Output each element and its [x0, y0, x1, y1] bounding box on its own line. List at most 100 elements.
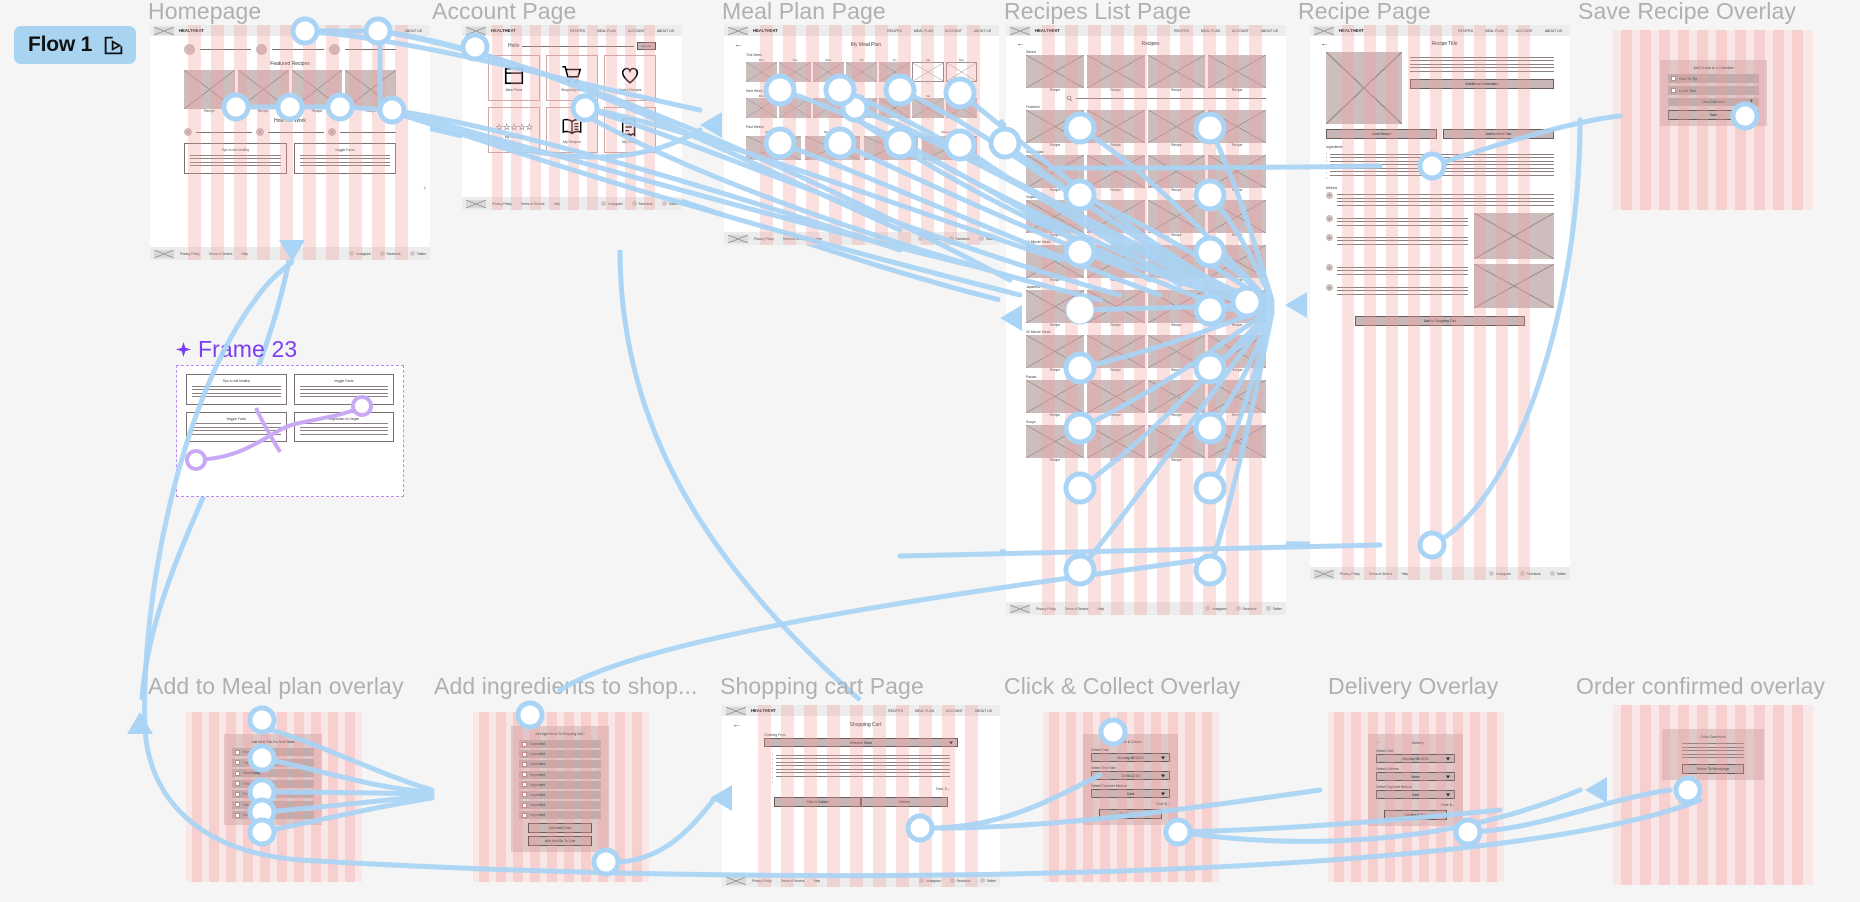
footer-social[interactable]: Instagram Facebook Twitter [349, 251, 426, 256]
day-cell[interactable] [812, 98, 845, 118]
past-week-thumb[interactable] [746, 136, 801, 160]
tile-my-reviews[interactable]: ☆☆☆☆☆ My Reviews [488, 107, 540, 153]
social-instagram[interactable]: Instagram [349, 251, 371, 256]
present-play-icon[interactable] [103, 35, 124, 56]
footer-link[interactable]: Terms of Service [209, 252, 233, 256]
nav-aboutus[interactable]: ABOUT US [657, 29, 674, 33]
category-recipe-row[interactable]: Recipe Recipe Recipe Recipe [1026, 155, 1266, 192]
recipe-thumb[interactable] [1147, 335, 1206, 368]
recipe-thumb[interactable] [1026, 335, 1084, 368]
tile-my-recipes[interactable]: My Recipes [546, 107, 598, 153]
recipe-thumb[interactable] [1086, 290, 1145, 323]
payment-select[interactable]: Card [1376, 790, 1455, 799]
recipe-thumb[interactable] [1208, 55, 1266, 88]
social-twitter[interactable]: Twitter [661, 201, 678, 206]
nav-mealplan[interactable]: MEAL PLAN [597, 29, 616, 33]
nav-items[interactable]: RECIPES MEAL PLAN ACCOUNT ABOUT US [1174, 29, 1282, 33]
footer-link[interactable]: Help [242, 252, 249, 256]
recipe-thumb[interactable] [1147, 110, 1206, 143]
recipe-thumb[interactable] [1086, 245, 1145, 278]
ingredient-rows[interactable]: Ingredient Ingredient Ingredient Ingredient… [519, 740, 601, 820]
flow-start-badge[interactable]: Flow 1 [14, 26, 137, 64]
nav-account[interactable]: ACCOUNT [1232, 29, 1249, 33]
ingredient-row[interactable]: Ingredient [519, 750, 601, 759]
social-facebook[interactable]: Facebook [1235, 606, 1257, 611]
save-recipe-button[interactable]: Save Recipe [1326, 129, 1437, 139]
footer-social[interactable]: Instagram Facebook Twitter [1489, 571, 1566, 576]
nav-mealplan[interactable]: MEAL PLAN [1485, 29, 1504, 33]
logout-button[interactable]: Log out [636, 42, 656, 50]
new-collection-row[interactable]: New Collection + [1668, 98, 1759, 106]
footer-link[interactable]: Terms of Service [781, 879, 805, 883]
social-facebook[interactable]: Facebook [631, 201, 653, 206]
day-row[interactable]: Thursday [232, 779, 314, 788]
add-ingredients-modal[interactable]: Add Ingredients To Shopping Cart? Ingred… [511, 726, 609, 853]
ingredient-row[interactable]: Ingredient [519, 760, 601, 769]
artboard-saverecipe[interactable]: Add Recipe to a Collection Want To Try L… [1613, 30, 1813, 210]
save-button[interactable]: Save [1668, 110, 1759, 120]
carousel-next-icon[interactable]: › [424, 185, 426, 192]
footer-links[interactable]: Privacy Policy Terms of Service Help [1036, 607, 1104, 611]
day-cell-empty[interactable] [945, 62, 977, 82]
ingredient-row[interactable]: Ingredient [519, 801, 601, 810]
payment-select[interactable]: Card [1091, 789, 1170, 798]
artboard-recipe[interactable]: HEALTHEAT RECIPES MEAL PLAN ACCOUNT ABOU… [1310, 25, 1570, 580]
recipe-thumb[interactable] [1147, 200, 1206, 233]
navbar[interactable]: HEALTHEAT RECIPES MEAL PLAN ACCOUNT ABOU… [150, 25, 430, 36]
day-cell[interactable] [845, 62, 878, 82]
day-cell[interactable] [746, 98, 778, 118]
back-button[interactable]: ← [1016, 39, 1025, 48]
navbar[interactable]: HEALTHEAT RECIPES MEAL PLAN ACCOUNT ABOU… [462, 25, 682, 36]
nav-account[interactable]: ACCOUNT [945, 29, 962, 33]
nav-account[interactable]: ACCOUNT [628, 29, 645, 33]
tile-my-orders[interactable]: My Orders [604, 107, 656, 153]
recipe-thumb[interactable] [1147, 425, 1206, 458]
artboard-homepage[interactable]: HEALTHEAT RECIPES MEAL PLAN ACCOUNT ABOU… [150, 25, 430, 260]
social-twitter[interactable]: Twitter [1265, 606, 1282, 611]
day-cell[interactable] [746, 62, 778, 82]
artboard-shoppingcart[interactable]: HEALTHEAT RECIPES MEAL PLAN ACCOUNT ABOU… [722, 705, 1000, 887]
recipe-thumb[interactable] [1147, 380, 1206, 413]
nav-mealplan[interactable]: MEAL PLAN [1201, 29, 1220, 33]
recipe-thumb[interactable] [1026, 425, 1084, 458]
tile-meal-plans[interactable]: Meal Plans [488, 55, 540, 101]
day-row[interactable]: Wednesday [232, 769, 314, 777]
navbar[interactable]: HEALTHEAT RECIPES MEAL PLAN ACCOUNT ABOU… [724, 25, 999, 36]
day-cell[interactable] [779, 62, 811, 82]
checkbox[interactable] [235, 760, 240, 765]
navbar[interactable]: HEALTHEAT RECIPES MEAL PLAN ACCOUNT ABOU… [1006, 25, 1286, 36]
footer-links[interactable]: Privacy Policy Terms of Service Help [754, 237, 822, 241]
recipe-thumb[interactable] [1086, 425, 1145, 458]
info-card[interactable]: Veggie Facts [186, 411, 287, 442]
checkbox[interactable] [1671, 88, 1676, 93]
recipe-thumb[interactable] [237, 70, 289, 109]
footer-link[interactable]: Terms of Service [1065, 607, 1089, 611]
add-to-meal-plan-button[interactable]: Add to Meal Plan [1443, 129, 1554, 139]
confirm-and-pay-button[interactable]: Confirm & Pay [1383, 810, 1448, 820]
recipe-thumb[interactable] [1147, 290, 1206, 323]
recipe-thumb[interactable] [1208, 380, 1266, 413]
footer-social[interactable]: Instagram Facebook Twitter [918, 236, 995, 241]
day-cell[interactable] [879, 98, 911, 118]
tile-saved-recipes[interactable]: Saved Recipes [604, 55, 656, 101]
checkbox[interactable] [522, 761, 527, 767]
past-week-thumb[interactable] [922, 136, 977, 160]
nav-aboutus[interactable]: ABOUT US [1545, 29, 1562, 33]
social-twitter[interactable]: Twitter [978, 236, 995, 241]
recipe-thumb[interactable] [1147, 155, 1206, 188]
clickcollect-modal[interactable]: Click & Collect Select Date Monday 08/19… [1083, 734, 1178, 825]
footer-social[interactable]: Instagram Facebook Twitter [919, 878, 996, 883]
category-recipe-row[interactable]: Recipe Recipe Recipe Recipe [1026, 380, 1266, 417]
past-week-thumb[interactable] [804, 136, 860, 160]
nav-recipes[interactable]: RECIPES [318, 29, 333, 33]
recipe-actions[interactable]: Save Recipe Add to Meal Plan [1310, 124, 1570, 139]
day-cell[interactable] [845, 98, 878, 118]
footer-links[interactable]: Privacy Policy Terms of Service Help [180, 252, 248, 256]
navbar[interactable]: HEALTHEAT RECIPES MEAL PLAN ACCOUNT ABOU… [1310, 25, 1570, 36]
category-recipe-row[interactable]: Recipe Recipe Recipe Recipe [1026, 110, 1266, 147]
checkbox[interactable] [522, 751, 527, 757]
article-card[interactable]: Tips to eat healthy [184, 143, 287, 174]
artboard-mealplan[interactable]: HEALTHEAT RECIPES MEAL PLAN ACCOUNT ABOU… [724, 25, 999, 245]
artboard-addingredients[interactable]: Add Ingredients To Shopping Cart? Ingred… [473, 712, 649, 882]
checkbox[interactable] [522, 812, 527, 818]
